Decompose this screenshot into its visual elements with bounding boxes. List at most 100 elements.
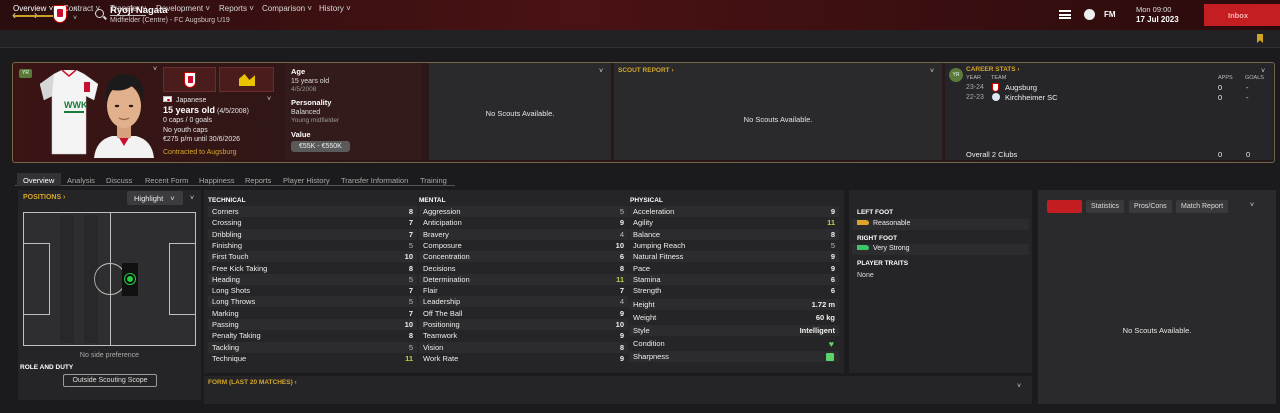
- career-team[interactable]: Augsburg: [1005, 83, 1037, 92]
- attribute-row[interactable]: Pace 9: [629, 263, 839, 274]
- attribute-row[interactable]: Concentration 6: [419, 251, 628, 263]
- tab-development[interactable]: Development ˅: [156, 4, 210, 13]
- chevron-down-icon[interactable]: ˅: [599, 68, 603, 75]
- attribute-value: 6: [619, 252, 624, 262]
- chevron-down-icon[interactable]: ˅: [153, 66, 157, 73]
- attribute-name: Passing: [212, 320, 239, 329]
- career-team[interactable]: Kirchheimer SC: [1005, 93, 1058, 102]
- attribute-row[interactable]: Stamina 6: [629, 273, 839, 285]
- attribute-value: 10: [404, 320, 413, 329]
- attribute-row[interactable]: Heading 5: [208, 273, 417, 285]
- club-crest-button[interactable]: [163, 67, 216, 92]
- attribute-row[interactable]: Aggression 5: [419, 206, 628, 217]
- statistics-button[interactable]: Statistics: [1086, 200, 1125, 213]
- chevron-down-icon[interactable]: ˅: [267, 96, 271, 103]
- attribute-row[interactable]: Free Kick Taking 8: [208, 263, 417, 274]
- attribute-value: 5: [408, 274, 413, 284]
- attribute-row[interactable]: Acceleration 9: [629, 206, 839, 217]
- tab-transfer[interactable]: Transfer ˅: [110, 4, 147, 16]
- attribute-row[interactable]: Composure 10: [419, 240, 628, 251]
- attribute-row[interactable]: Bravery 4: [419, 228, 628, 240]
- subtab-overview[interactable]: Overview: [23, 176, 54, 185]
- attribute-row[interactable]: Leadership 4: [419, 296, 628, 308]
- chevron-down-icon[interactable]: ˅: [930, 68, 934, 75]
- attribute-row[interactable]: Natural Fitness 9: [629, 251, 839, 263]
- subtab-happiness[interactable]: Happiness: [199, 176, 234, 185]
- attribute-name: Concentration: [423, 252, 470, 262]
- scout-report-link[interactable]: SCOUT REPORT ›: [618, 67, 674, 74]
- position-marker-dmc[interactable]: [125, 274, 135, 284]
- outside-scouting-scope-button[interactable]: Outside Scouting Scope: [63, 374, 157, 387]
- chevron-down-icon[interactable]: ˅: [1017, 383, 1021, 390]
- pros-cons-button[interactable]: Pros/Cons: [1129, 200, 1172, 213]
- attribute-row[interactable]: Strength 6: [629, 285, 839, 296]
- attribute-row[interactable]: Decisions 8: [419, 263, 628, 274]
- attribute-row[interactable]: Crossing 7: [208, 217, 417, 228]
- subtab-discuss[interactable]: Discuss: [106, 176, 132, 185]
- subtab-player-history[interactable]: Player History: [283, 176, 330, 185]
- value-range[interactable]: €55K - €550K: [291, 141, 350, 152]
- subtab-recent-form[interactable]: Recent Form: [145, 176, 188, 185]
- overview-button[interactable]: Overview: [1047, 200, 1082, 213]
- positions-link[interactable]: POSITIONS ›: [23, 194, 65, 201]
- personality-value: Balanced: [291, 109, 321, 116]
- career-stats-link[interactable]: CAREER STATS ›: [966, 66, 1020, 73]
- tab-reports[interactable]: Reports ˅: [219, 4, 254, 13]
- date-display[interactable]: Mon 09:00 17 Jul 2023: [1136, 5, 1179, 25]
- globe-icon[interactable]: [1084, 9, 1095, 20]
- year-badge: YR: [949, 68, 963, 82]
- attribute-value: 11: [827, 218, 835, 228]
- form-link[interactable]: FORM (LAST 20 MATCHES) ›: [208, 379, 297, 386]
- subtab-analysis[interactable]: Analysis: [67, 176, 95, 185]
- attribute-row[interactable]: Off The Ball 9: [419, 308, 628, 319]
- attribute-value: 5: [619, 207, 624, 216]
- chevron-down-icon[interactable]: ˅: [1261, 68, 1265, 75]
- attribute-value: 11: [405, 353, 413, 363]
- subtab-reports[interactable]: Reports: [245, 176, 271, 185]
- attribute-row[interactable]: Long Throws 5: [208, 296, 417, 308]
- attribute-row[interactable]: Work Rate 9: [419, 353, 628, 364]
- tab-comparison[interactable]: Comparison ˅: [262, 4, 312, 13]
- attribute-name: Bravery: [423, 229, 449, 239]
- attribute-row[interactable]: Long Shots 7: [208, 285, 417, 296]
- attribute-row[interactable]: Determination 11: [419, 273, 628, 285]
- contracted-link[interactable]: Contracted to Augsburg: [163, 148, 249, 158]
- attribute-row[interactable]: Dribbling 7: [208, 228, 417, 240]
- chevron-down-icon[interactable]: ˅: [190, 195, 194, 202]
- subtab-training[interactable]: Training: [420, 176, 447, 185]
- chevron-down-icon[interactable]: ˅: [1250, 202, 1254, 209]
- boot-icon: [857, 220, 869, 225]
- attribute-name: Corners: [212, 207, 239, 216]
- left-foot-value: Reasonable: [873, 220, 911, 227]
- attribute-row[interactable]: Marking 7: [208, 308, 417, 319]
- attribute-row[interactable]: Teamwork 9: [419, 330, 628, 341]
- attribute-row[interactable]: First Touch 10: [208, 251, 417, 263]
- attribute-row[interactable]: Tackling 5: [208, 341, 417, 353]
- attribute-row[interactable]: Corners 8: [208, 206, 417, 217]
- attribute-row[interactable]: Anticipation 9: [419, 217, 628, 228]
- attribute-row[interactable]: Positioning 10: [419, 319, 628, 330]
- tab-contract[interactable]: Contract ˅: [63, 4, 100, 13]
- attribute-row[interactable]: Agility 11: [629, 217, 839, 228]
- attribute-row[interactable]: Technique 11: [208, 353, 417, 364]
- fm-logo[interactable]: FM: [1104, 10, 1116, 19]
- highlight-dropdown[interactable]: Highlight ˅: [127, 191, 183, 205]
- attribute-row[interactable]: Balance 8: [629, 228, 839, 240]
- subtab-transfer-information[interactable]: Transfer Information: [341, 176, 408, 185]
- attribute-value: 9: [830, 263, 835, 273]
- menu-icon[interactable]: [1059, 10, 1071, 19]
- attribute-row[interactable]: Flair 7: [419, 285, 628, 296]
- attribute-row[interactable]: Vision 8: [419, 341, 628, 353]
- attribute-row[interactable]: Finishing 5: [208, 240, 417, 251]
- inbox-button[interactable]: Inbox: [1204, 4, 1280, 26]
- attribute-row[interactable]: Passing 10: [208, 319, 417, 330]
- attribute-name: Stamina: [633, 274, 661, 284]
- tab-overview[interactable]: Overview ˅: [13, 4, 54, 17]
- match-report-button[interactable]: Match Report: [1176, 200, 1229, 213]
- chevron-down-icon[interactable]: ˅: [73, 15, 77, 22]
- league-badge-button[interactable]: [219, 67, 274, 92]
- weight-row: Weight 60 kg: [629, 312, 839, 323]
- attribute-row[interactable]: Jumping Reach 5: [629, 240, 839, 251]
- attribute-row[interactable]: Penalty Taking 8: [208, 330, 417, 341]
- tab-history[interactable]: History ˅: [319, 4, 351, 13]
